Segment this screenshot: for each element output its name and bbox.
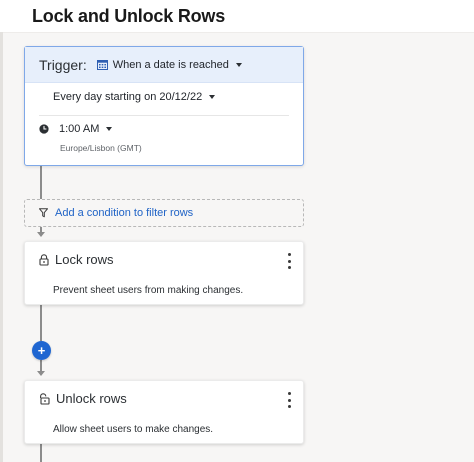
schedule-dropdown[interactable]: Every day starting on 20/12/22 xyxy=(53,91,216,103)
panel-divider xyxy=(0,32,3,462)
filter-icon xyxy=(39,208,48,218)
schedule-value: Every day starting on 20/12/22 xyxy=(53,91,203,103)
card-header: Unlock rows xyxy=(39,391,127,406)
unlock-icon xyxy=(39,392,50,405)
trigger-header: Trigger: When a date is reached xyxy=(25,47,303,83)
card-description: Prevent sheet users from making changes. xyxy=(53,285,244,296)
trigger-type-value: When a date is reached xyxy=(112,58,229,71)
add-condition-button[interactable]: Add a condition to filter rows xyxy=(24,199,304,227)
connector-line xyxy=(40,444,42,462)
add-step-button[interactable]: + xyxy=(32,341,51,360)
trigger-type-dropdown[interactable]: When a date is reached xyxy=(96,58,242,71)
trigger-label: Trigger: xyxy=(39,56,87,73)
time-value: 1:00 AM xyxy=(59,123,100,135)
card-title: Unlock rows xyxy=(56,391,127,406)
card-description: Allow sheet users to make changes. xyxy=(53,424,214,435)
chevron-down-icon xyxy=(209,95,216,99)
card-title: Lock rows xyxy=(55,252,114,267)
calendar-icon xyxy=(96,59,108,70)
lock-rows-card[interactable]: Lock rows Prevent sheet users from makin… xyxy=(24,241,304,305)
clock-icon xyxy=(39,124,49,134)
connector-line xyxy=(40,305,42,341)
connector-line xyxy=(40,166,42,199)
card-header: Lock rows xyxy=(39,252,114,267)
chevron-down-icon xyxy=(106,127,113,131)
lock-icon xyxy=(39,253,49,266)
trigger-card[interactable]: Trigger: When a date is reached Every da… xyxy=(24,46,304,166)
time-dropdown[interactable]: 1:00 AM xyxy=(39,123,113,135)
add-condition-link[interactable]: Add a condition to filter rows xyxy=(55,207,193,219)
timezone-label: Europe/Lisbon (GMT) xyxy=(60,143,142,153)
more-options-icon[interactable] xyxy=(285,253,293,269)
chevron-down-icon xyxy=(235,62,242,67)
more-options-icon[interactable] xyxy=(285,392,293,408)
page-title: Lock and Unlock Rows xyxy=(32,6,226,26)
unlock-rows-card[interactable]: Unlock rows Allow sheet users to make ch… xyxy=(24,380,304,444)
connector-arrow xyxy=(37,232,45,237)
connector-arrow xyxy=(37,371,45,376)
divider xyxy=(39,115,289,116)
